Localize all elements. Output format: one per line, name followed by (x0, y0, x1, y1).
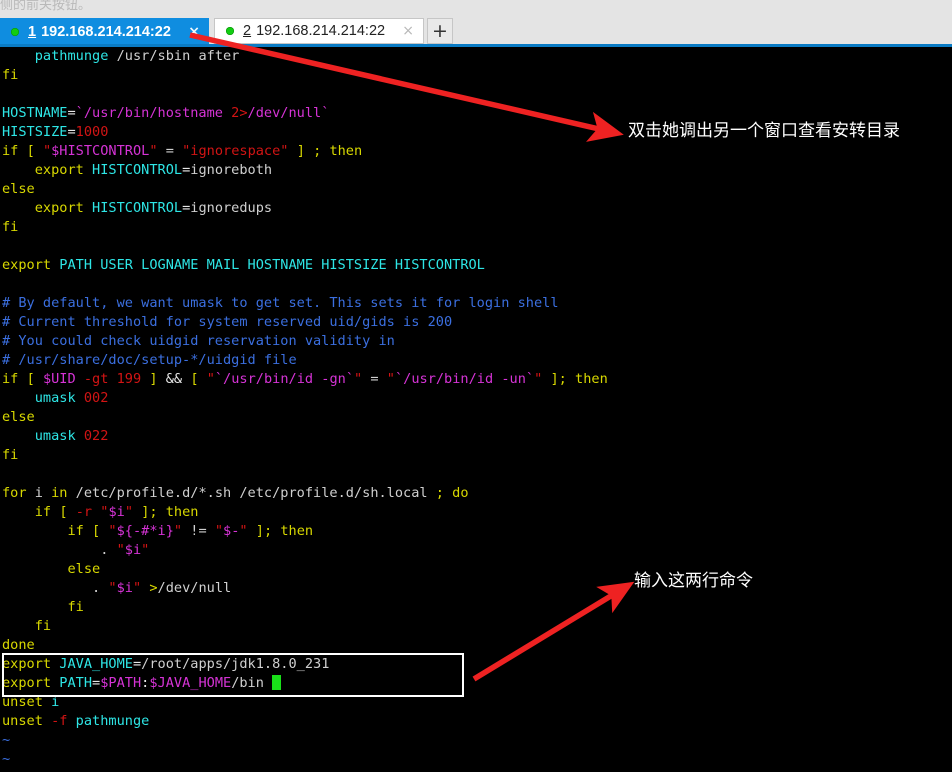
annotation-label-type-commands: 输入这两行命令 (634, 571, 753, 591)
arrow-to-tab-icon (189, 32, 624, 142)
annotation-arrows-layer (189, 32, 635, 682)
annotation-label-open-window: 双击她调出另一个窗口查看安转目录 (628, 121, 900, 141)
arrow-to-export-lines-icon (472, 581, 635, 682)
